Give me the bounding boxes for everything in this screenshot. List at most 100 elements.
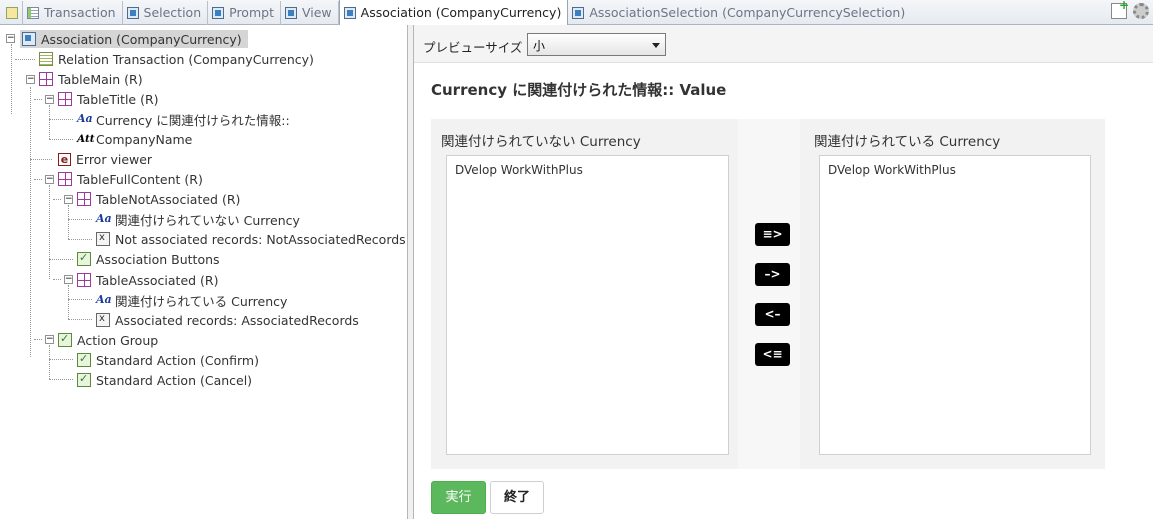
- tab-label: Transaction: [44, 5, 116, 20]
- tree-node-company-name[interactable]: Att CompanyName: [77, 130, 192, 148]
- text-block-icon: Aa: [96, 293, 112, 306]
- tab-view[interactable]: View: [281, 0, 339, 25]
- text-block-icon: Aa: [77, 112, 93, 125]
- properties-tab[interactable]: [2, 0, 23, 25]
- tree-line: [15, 59, 35, 60]
- tree-node-label: TableNotAssociated (R): [96, 191, 241, 207]
- variable-icon: [96, 313, 110, 327]
- tab-association-selection[interactable]: AssociationSelection (CompanyCurrencySel…: [568, 1, 911, 25]
- editor-tab-bar: Transaction Selection Prompt View Associ…: [0, 0, 1153, 25]
- transaction-icon: [39, 52, 53, 66]
- new-document-icon[interactable]: [1111, 0, 1129, 19]
- preview-size-select[interactable]: 小: [527, 33, 666, 56]
- tree-node-label: Association Buttons: [96, 251, 220, 267]
- tree-node-label: Currency に関連付けられた情報::: [96, 112, 290, 128]
- associated-title: 関連付けられている Currency: [814, 134, 1001, 150]
- list-item[interactable]: DVelop WorkWithPlus: [455, 163, 583, 177]
- tree-node-not-assoc-text[interactable]: Aa 関連付けられていない Currency: [96, 210, 300, 228]
- pattern-tree: − − − − − − − Association (CompanyCurren…: [0, 25, 407, 519]
- tree-node-label: CompanyName: [96, 131, 193, 147]
- tree-line: [68, 285, 69, 319]
- text-block-icon: Aa: [96, 212, 112, 225]
- tab-label: AssociationSelection (CompanyCurrencySel…: [589, 5, 906, 20]
- toolbar-right: [1111, 0, 1149, 19]
- tree-line: [34, 99, 42, 100]
- variable-icon: [96, 232, 110, 246]
- preview-size-value: 小: [533, 39, 546, 53]
- tree-line: [68, 239, 92, 240]
- panel-splitter[interactable]: [407, 25, 414, 519]
- table-icon: [58, 172, 72, 186]
- tree-node-error-viewer[interactable]: e Error viewer: [58, 150, 152, 168]
- associated-listbox[interactable]: DVelop WorkWithPlus: [819, 155, 1091, 455]
- preview-panel: プレビューサイズ 小 Currency に関連付けられた情報:: Value 関…: [414, 25, 1153, 519]
- tree-node-label: Standard Action (Cancel): [96, 372, 253, 388]
- tree-node-root[interactable]: Association (CompanyCurrency): [20, 30, 248, 48]
- object-icon: [343, 6, 356, 19]
- tree-node-table-main[interactable]: TableMain (R): [39, 70, 143, 88]
- run-button[interactable]: 実行: [431, 481, 486, 514]
- collapse-toggle[interactable]: −: [6, 34, 15, 43]
- preview-size-label: プレビューサイズ: [423, 40, 523, 55]
- collapse-toggle[interactable]: −: [45, 175, 54, 184]
- association-buttons: ≡> –> <– <≡: [738, 119, 800, 469]
- tree-node-table-not-associated[interactable]: TableNotAssociated (R): [77, 190, 240, 208]
- collapse-toggle[interactable]: −: [45, 335, 54, 344]
- tree-node-label: TableAssociated (R): [96, 272, 219, 288]
- list-item[interactable]: DVelop WorkWithPlus: [828, 163, 956, 177]
- collapse-toggle[interactable]: −: [64, 275, 73, 284]
- tree-line: [30, 159, 52, 160]
- page-title: Currency に関連付けられた情報:: Value: [431, 81, 727, 99]
- tree-node-not-assoc-records[interactable]: Not associated records: NotAssociatedRec…: [96, 230, 406, 248]
- tree-node-confirm-action[interactable]: Standard Action (Confirm): [77, 351, 259, 369]
- collapse-toggle[interactable]: −: [26, 75, 35, 84]
- not-associated-listbox[interactable]: DVelop WorkWithPlus: [446, 155, 729, 455]
- tree-node-association-buttons[interactable]: Association Buttons: [77, 250, 220, 268]
- tree-node-title-text[interactable]: Aa Currency に関連付けられた情報::: [77, 110, 290, 128]
- collapse-toggle[interactable]: −: [45, 95, 54, 104]
- add-button[interactable]: –>: [755, 263, 790, 286]
- tree-line: [49, 185, 50, 279]
- tree-node-table-associated[interactable]: TableAssociated (R): [77, 271, 219, 289]
- tab-transaction[interactable]: Transaction: [23, 0, 123, 25]
- add-all-button[interactable]: ≡>: [755, 223, 790, 246]
- tree-node-table-full-content[interactable]: TableFullContent (R): [58, 170, 203, 188]
- tab-strip: Transaction Selection Prompt View Associ…: [2, 0, 911, 25]
- tree-node-label: Associated records: AssociatedRecords: [115, 312, 359, 328]
- remove-button[interactable]: <–: [755, 303, 790, 326]
- tree-node-cancel-action[interactable]: Standard Action (Cancel): [77, 371, 252, 389]
- tree-node-relation-transaction[interactable]: Relation Transaction (CompanyCurrency): [39, 50, 314, 68]
- error-viewer-icon: e: [58, 152, 71, 166]
- preview-toolbar: プレビューサイズ 小: [414, 25, 1153, 63]
- button-icon: [77, 372, 91, 387]
- tree-node-table-title[interactable]: TableTitle (R): [58, 90, 159, 108]
- tree-line: [49, 139, 73, 140]
- tab-label: Prompt: [229, 5, 274, 20]
- tree-node-action-group[interactable]: Action Group: [58, 331, 158, 349]
- tree-node-label: TableMain (R): [58, 71, 143, 87]
- tree-line: [53, 279, 61, 280]
- tab-prompt[interactable]: Prompt: [208, 0, 281, 25]
- tab-association[interactable]: Association (CompanyCurrency): [338, 0, 569, 25]
- tree-node-assoc-text[interactable]: Aa 関連付けられている Currency: [96, 291, 287, 309]
- button-icon: [77, 251, 91, 266]
- properties-icon: [6, 6, 18, 19]
- object-icon: [572, 6, 585, 19]
- object-icon: [22, 32, 36, 46]
- tree-line: [49, 345, 50, 379]
- tree-node-assoc-records[interactable]: Associated records: AssociatedRecords: [96, 311, 359, 329]
- table-icon: [77, 273, 91, 287]
- tab-selection[interactable]: Selection: [123, 0, 209, 25]
- tree-line: [53, 199, 61, 200]
- tree-line: [30, 87, 31, 357]
- tab-label: Association (CompanyCurrency): [360, 5, 562, 20]
- table-icon: [58, 92, 72, 106]
- remove-all-button[interactable]: <≡: [755, 343, 790, 366]
- tree-node-label: Not associated records: NotAssociatedRec…: [115, 231, 406, 247]
- gear-icon[interactable]: [1133, 3, 1149, 19]
- close-button[interactable]: 終了: [490, 481, 544, 514]
- collapse-toggle[interactable]: −: [64, 195, 73, 204]
- tree-node-label: 関連付けられていない Currency: [115, 212, 300, 228]
- table-icon: [39, 72, 53, 86]
- tab-label: Selection: [143, 5, 202, 20]
